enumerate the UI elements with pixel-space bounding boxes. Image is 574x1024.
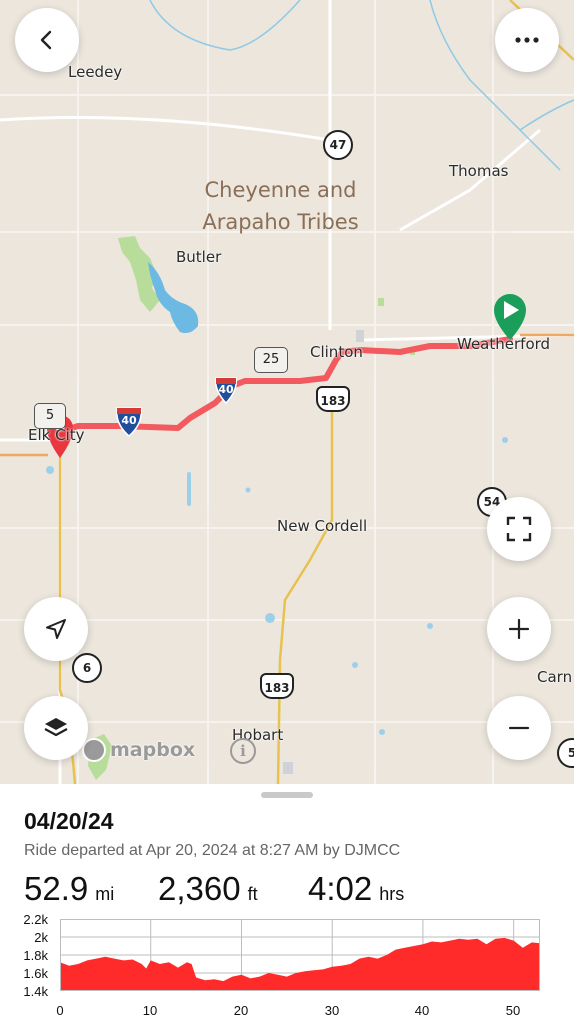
info-icon[interactable]: i xyxy=(230,738,256,764)
y-tick-label: 2.2k xyxy=(23,912,48,927)
start-marker-pin xyxy=(494,294,526,340)
distance-unit: mi xyxy=(95,884,115,904)
region-label-line2: Arapaho Tribes xyxy=(202,210,359,234)
ride-date: 04/20/24 xyxy=(24,808,114,834)
distance-value: 52.9 xyxy=(24,870,89,907)
elevation-area xyxy=(60,937,540,991)
map-layers-button[interactable] xyxy=(24,696,88,760)
locate-button[interactable] xyxy=(24,597,88,661)
place-label: Thomas xyxy=(449,162,509,180)
highway-shield: 5 xyxy=(34,403,66,429)
x-tick-label: 30 xyxy=(324,1003,340,1018)
ride-description: Ride departed at Apr 20, 2024 at 8:27 AM… xyxy=(24,842,401,859)
x-tick-label: 0 xyxy=(56,1003,64,1018)
y-tick-label: 1.8k xyxy=(23,948,48,963)
elevation-value: 2,360 xyxy=(158,870,241,907)
mapbox-wordmark: mapbox xyxy=(110,739,196,761)
route-map[interactable]: 40 40 Cheyenne and Arapaho Tribes Leedey… xyxy=(0,0,574,784)
minus-icon xyxy=(508,726,530,730)
y-tick-label: 2k xyxy=(34,930,48,945)
y-tick-label: 1.4k xyxy=(23,984,48,999)
y-tick-label: 1.6k xyxy=(23,966,48,981)
chevron-left-icon xyxy=(40,30,52,50)
ride-details-sheet: 04/20/24 Ride departed at Apr 20, 2024 a… xyxy=(0,784,574,1024)
region-label-line1: Cheyenne and xyxy=(204,178,357,202)
region-label: Cheyenne and Arapaho Tribes xyxy=(178,174,383,238)
x-tick-label: 20 xyxy=(233,1003,249,1018)
mapbox-mark-icon xyxy=(82,738,106,762)
mapbox-logo[interactable]: mapbox xyxy=(82,738,195,762)
duration-unit: hrs xyxy=(379,884,405,904)
place-label: Leedey xyxy=(68,63,123,81)
i40-shield-number: 40 xyxy=(218,383,234,396)
plus-icon xyxy=(508,618,530,640)
x-tick-label: 40 xyxy=(414,1003,430,1018)
duration-value: 4:02 xyxy=(308,870,373,907)
place-label: Butler xyxy=(176,248,222,266)
x-tick-label: 50 xyxy=(505,1003,521,1018)
duration-stat: 4:02 hrs xyxy=(308,870,404,908)
i40-shield-number: 40 xyxy=(121,414,137,427)
highway-shield: 47 xyxy=(323,130,353,160)
fullscreen-button[interactable] xyxy=(487,497,551,561)
more-dots-icon xyxy=(515,37,539,43)
expand-icon xyxy=(506,516,532,542)
back-button[interactable] xyxy=(15,8,79,72)
sheet-drag-handle[interactable] xyxy=(261,792,313,798)
distance-stat: 52.9 mi xyxy=(24,870,114,908)
place-label: Carn xyxy=(537,668,573,686)
place-label: Clinton xyxy=(310,343,363,361)
zoom-out-button[interactable] xyxy=(487,696,551,760)
elevation-unit: ft xyxy=(247,884,258,904)
highway-shield: 183 xyxy=(260,673,294,699)
more-options-button[interactable] xyxy=(495,8,559,72)
navigation-arrow-icon xyxy=(46,619,66,639)
place-label: New Cordell xyxy=(277,517,368,535)
highway-shield: 6 xyxy=(72,653,102,683)
highway-shield: 183 xyxy=(316,386,350,412)
elevation-chart[interactable] xyxy=(60,919,540,991)
layers-icon xyxy=(44,718,68,737)
elevation-stat: 2,360 ft xyxy=(158,870,258,908)
highway-shield: 25 xyxy=(254,347,288,373)
zoom-in-button[interactable] xyxy=(487,597,551,661)
x-tick-label: 10 xyxy=(142,1003,158,1018)
place-label: Weatherford xyxy=(457,335,551,353)
